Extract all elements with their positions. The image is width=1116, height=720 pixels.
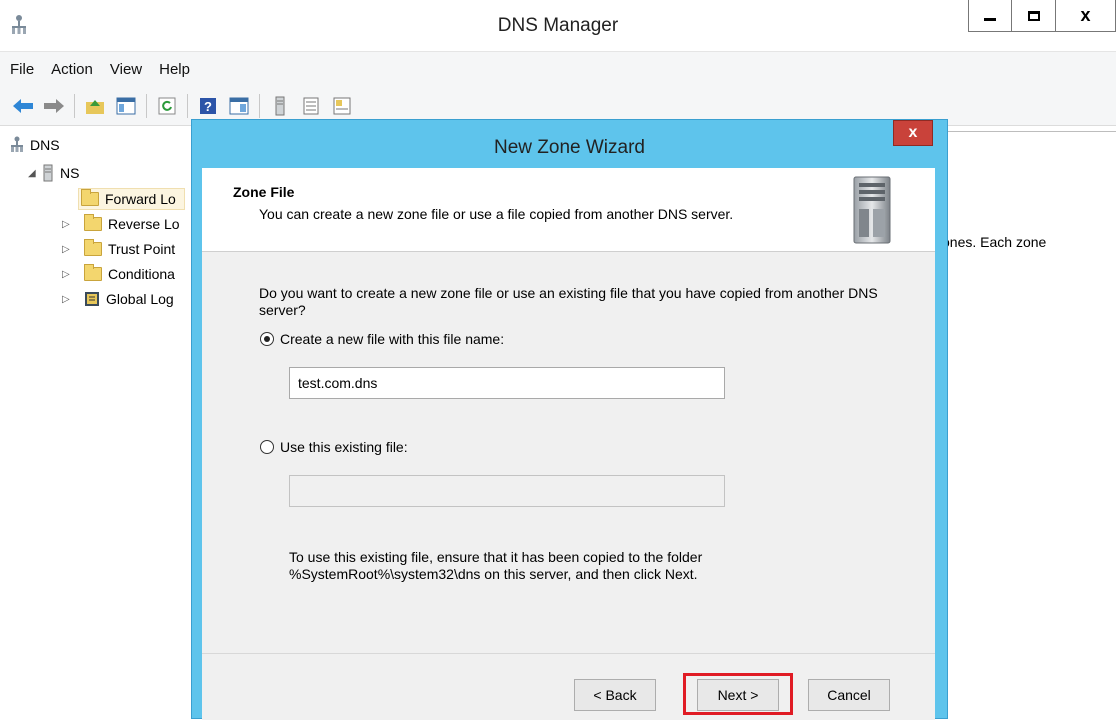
tree-item-global-logs[interactable]: ▷ Global Log <box>62 288 174 310</box>
back-button[interactable] <box>12 95 34 117</box>
tree-item-ns-server[interactable]: ◢ NS <box>28 162 79 184</box>
server-icon <box>275 96 285 115</box>
title-bar: DNS Manager x <box>0 0 1116 52</box>
button-area-divider <box>202 653 935 654</box>
properties-button[interactable] <box>331 95 353 117</box>
list-button[interactable] <box>300 95 322 117</box>
radio-button-unselected[interactable] <box>260 440 274 454</box>
right-pane-divider <box>938 131 1116 132</box>
wizard-page-title: Zone File <box>233 184 295 200</box>
tree-item-forward-lookup-zones[interactable]: Forward Lo <box>78 188 185 210</box>
expand-arrow-icon[interactable]: ▷ <box>62 244 72 255</box>
close-icon: x <box>908 124 918 141</box>
expand-arrow-icon[interactable]: ▷ <box>62 219 72 230</box>
server-icon <box>43 164 53 182</box>
wizard-body: Do you want to create a new zone file or… <box>202 253 935 720</box>
menu-action[interactable]: Action <box>51 61 93 78</box>
tree-item-label: Trust Point <box>108 241 176 257</box>
action-pane-icon <box>229 97 249 114</box>
dialog-content: Zone File You can create a new zone file… <box>202 168 935 720</box>
new-file-name-input[interactable]: test.com.dns <box>289 367 725 399</box>
create-new-file-option[interactable]: Create a new file with this file name: <box>260 331 504 347</box>
wizard-header: Zone File You can create a new zone file… <box>202 168 935 252</box>
menu-help[interactable]: Help <box>159 61 190 78</box>
up-folder-icon <box>86 99 104 114</box>
window-title: DNS Manager <box>497 15 619 36</box>
forward-button[interactable] <box>43 95 65 117</box>
toolbar-separator <box>74 93 75 118</box>
menu-bar: File Action View Help <box>0 52 1116 86</box>
refresh-icon <box>158 97 176 114</box>
back-arrow-icon <box>13 98 33 113</box>
folder-icon <box>84 239 102 256</box>
expand-arrow-icon[interactable]: ▷ <box>62 269 72 280</box>
tree-item-reverse-lookup-zones[interactable]: ▷ Reverse Lo <box>62 213 180 235</box>
refresh-button[interactable] <box>156 95 178 117</box>
create-new-file-label: Create a new file with this file name: <box>280 331 505 347</box>
existing-file-input[interactable] <box>289 475 725 507</box>
tree-item-label: Reverse Lo <box>108 216 180 232</box>
maximize-icon <box>1027 10 1040 21</box>
back-button[interactable]: < Back <box>574 679 656 711</box>
menu-file[interactable]: File <box>10 61 34 78</box>
tree-item-label: Global Log <box>106 291 174 307</box>
close-icon: x <box>1080 5 1091 25</box>
show-hide-action-pane-button[interactable] <box>228 95 250 117</box>
log-icon <box>85 292 99 306</box>
new-zone-wizard-dialog: New Zone Wizard x Zone File You can crea… <box>191 119 948 720</box>
minimize-button[interactable] <box>968 0 1012 32</box>
folder-icon <box>84 264 102 281</box>
existing-file-note: To use this existing file, ensure that i… <box>289 549 703 582</box>
forward-arrow-icon <box>44 98 64 113</box>
next-button[interactable]: Next > <box>697 679 779 711</box>
maximize-button[interactable] <box>1012 0 1056 32</box>
list-icon <box>303 97 319 114</box>
properties-icon <box>333 97 351 114</box>
folder-icon <box>84 214 102 231</box>
show-hide-console-tree-button[interactable] <box>115 95 137 117</box>
up-one-level-button[interactable] <box>84 95 106 117</box>
tree-item-dns[interactable]: DNS <box>10 134 60 156</box>
tree-item-conditional-forwarders[interactable]: ▷ Conditiona <box>62 263 175 285</box>
radio-button-selected[interactable] <box>260 332 274 346</box>
dialog-close-button[interactable]: x <box>893 120 933 146</box>
server-tower-icon <box>853 176 891 244</box>
tree-item-label: DNS <box>30 137 60 153</box>
toolbar-separator <box>259 93 260 118</box>
tree-item-label: NS <box>60 165 80 181</box>
toolbar-separator <box>146 93 147 118</box>
tree-item-label: Forward Lo <box>105 191 176 207</box>
use-existing-file-label: Use this existing file: <box>280 439 408 455</box>
dns-icon <box>11 136 23 152</box>
tree-item-trust-points[interactable]: ▷ Trust Point <box>62 238 176 260</box>
right-pane-text: ones. Each zone <box>942 234 1047 250</box>
menu-view[interactable]: View <box>110 61 142 78</box>
console-tree-icon <box>116 97 136 114</box>
use-existing-file-option[interactable]: Use this existing file: <box>260 439 408 455</box>
svg-text:?: ? <box>204 99 212 114</box>
expand-arrow-icon[interactable]: ▷ <box>62 294 72 305</box>
tree-item-label: Conditiona <box>108 266 175 282</box>
toolbar-separator <box>187 93 188 118</box>
help-button[interactable]: ? <box>197 95 219 117</box>
collapse-arrow-icon[interactable]: ◢ <box>28 168 38 179</box>
folder-icon <box>81 189 99 206</box>
wizard-question: Do you want to create a new zone file or… <box>259 285 878 318</box>
minimize-icon <box>984 18 996 21</box>
cancel-button[interactable]: Cancel <box>808 679 890 711</box>
help-icon: ? <box>200 97 216 114</box>
close-window-button[interactable]: x <box>1056 0 1116 32</box>
dialog-title: New Zone Wizard <box>494 137 645 158</box>
server-button[interactable] <box>269 95 291 117</box>
wizard-page-subtitle: You can create a new zone file or use a … <box>259 206 734 222</box>
